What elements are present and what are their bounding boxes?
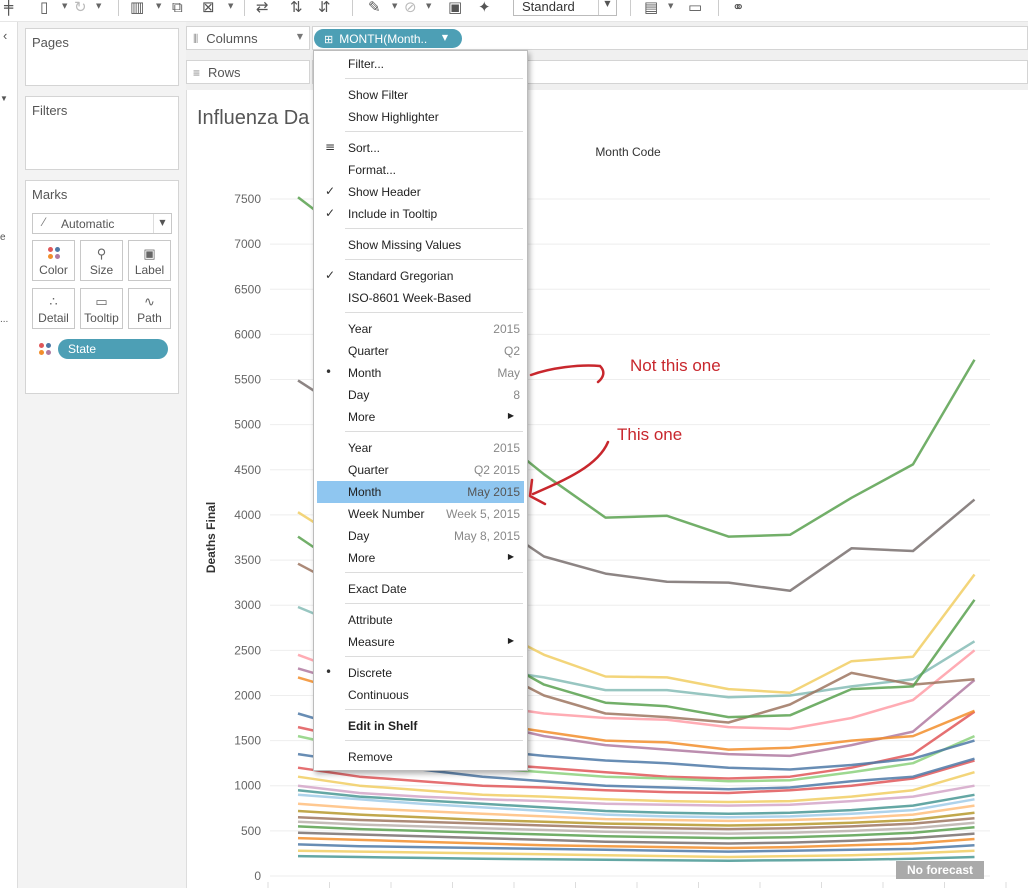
arrow-to-month-part (529, 364, 605, 384)
annotation-arrows (528, 364, 610, 506)
annotation-not-this-one: Not this one (630, 356, 721, 375)
annotation-this-one: This one (617, 425, 683, 444)
arrow-to-month-value (531, 440, 610, 496)
